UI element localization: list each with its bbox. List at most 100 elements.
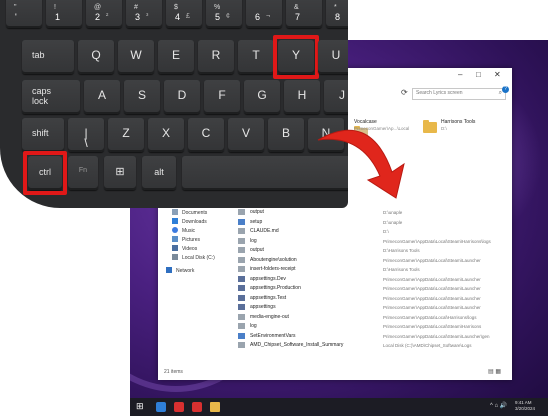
file-name: output [250, 247, 264, 253]
clock-date: 3/20/2024 [515, 406, 536, 411]
key-shift-symbol: & [294, 4, 299, 11]
nav-item-downloads[interactable]: Downloads [172, 218, 207, 227]
file-path: D:\Harrisons Tools [383, 267, 420, 272]
key-4: $4 £ [166, 0, 202, 28]
system-tray[interactable]: ^ ⌂ 🔊 [490, 402, 507, 409]
nav-item-pictures[interactable]: Pictures [172, 236, 200, 245]
file-row[interactable]: AMD_Chipset_Software_Install_Summary Loca… [238, 341, 508, 350]
fn-icon: Fn [78, 167, 88, 174]
file-row[interactable]: setup D:\unaple [238, 218, 508, 227]
nav-item-videos[interactable]: Videos [172, 245, 197, 254]
file-icon [238, 323, 245, 329]
file-name: appsettings [250, 304, 276, 310]
file-icon [238, 247, 245, 253]
file-row[interactable]: log PrimeconGamer\AppData\Local\Steam\Har… [238, 237, 508, 246]
file-path: D:\unaple [383, 219, 403, 225]
file-row[interactable]: media-engine-out PrimeconGamer\AppData\Lo… [238, 313, 508, 322]
file-icon [238, 237, 245, 244]
key-c: C [188, 118, 224, 152]
help-icon[interactable]: ? [502, 86, 509, 93]
folder-taskbar-icon[interactable] [210, 402, 220, 412]
file-icon [238, 313, 245, 320]
highlight-box [23, 151, 67, 195]
file-name: appsettings.Production [250, 285, 301, 291]
setup-icon [238, 218, 245, 225]
settings-icon [238, 304, 245, 310]
key-5: % 5 ¢ [206, 0, 242, 28]
view-mode-icons[interactable]: ▤ ▦ [488, 368, 501, 375]
key-1: ! 1 [46, 0, 82, 28]
nav-item-label: Music [182, 228, 196, 234]
key-digit: 7 [295, 12, 301, 22]
nav-item-documents[interactable]: Documents [172, 209, 207, 218]
key-w: W [118, 40, 154, 74]
settings-icon [238, 275, 245, 282]
nav-item-label: Network [176, 268, 195, 274]
file-row[interactable]: CLAUDE.md D:\ [238, 227, 508, 236]
key-d: D [164, 80, 200, 114]
edge-icon[interactable] [156, 402, 166, 412]
file-row[interactable]: appsettings PrimeconGamer\AppData\Local\S… [238, 303, 508, 312]
start-icon[interactable]: ⊞ [136, 401, 146, 411]
file-path: PrimeconGamer\AppData\Local\Steam\Launch… [383, 257, 481, 263]
key-shift-symbol: " [14, 4, 17, 11]
settings-icon [238, 285, 245, 291]
file-row[interactable]: appsettings.Dev PrimeconGamer\AppData\Loc… [238, 275, 508, 284]
close-button[interactable]: ✕ [494, 71, 501, 79]
file-name: appsettings.Dev [250, 275, 286, 282]
key-a: A [84, 80, 120, 114]
file-name: log [250, 323, 257, 329]
app-icon-red[interactable] [192, 402, 202, 412]
key-shift-symbol: ! [54, 4, 56, 11]
file-row[interactable]: appsettings.Test PrimeconGamer\AppData\Lo… [238, 294, 508, 303]
file-row[interactable]: insert-folders-receipt D:\Harrisons Tools [238, 265, 508, 274]
key-tab: tab [22, 40, 74, 74]
key-r: R [198, 40, 234, 74]
file-row[interactable]: SetEnvironmentVars PrimeconGamer\AppData\… [238, 332, 508, 341]
key-caps-lock: caps lock [22, 80, 80, 114]
key-b: B [268, 118, 304, 152]
nav-item-music[interactable]: Music [172, 227, 195, 236]
file-list: output D:\unaple setup D:\unaple CLAUDE.md D:… [238, 208, 508, 368]
key-label: J [339, 88, 345, 102]
key-alt-symbol: £ [186, 13, 190, 20]
file-name: insert-folders-receipt [250, 266, 296, 272]
key-shift-symbol: @ [94, 4, 102, 11]
key-label: T [252, 48, 260, 62]
file-name: appsettings.Test [250, 294, 287, 301]
maximize-button[interactable]: □ [476, 71, 481, 79]
key-q: Q [78, 40, 114, 74]
key-3: #3 ³ [126, 0, 162, 28]
key-t: T [238, 40, 274, 74]
key-2: @2 ² [86, 0, 122, 28]
nav-item-local-disk[interactable]: Local Disk (C:) [172, 254, 215, 263]
quick-access-subtitle: D:\ [441, 126, 447, 131]
key-shift-symbol: * [334, 4, 337, 11]
key-': " ' [6, 0, 42, 28]
file-row[interactable]: output D:\Harrisons Tools [238, 246, 508, 255]
key-shift-symbol: # [134, 4, 138, 11]
file-name: Aboutengine\solution [250, 256, 297, 263]
app-icon-red[interactable] [174, 402, 184, 412]
key-digit: 3 [135, 12, 141, 22]
file-path: D:\ [383, 229, 389, 234]
key-8: * 8 [326, 0, 348, 28]
file-path: PrimeconGamer\AppData\Local\Steam\Launch… [383, 276, 481, 282]
key-label: W [130, 48, 142, 62]
key-shift-symbol: % [214, 4, 221, 11]
minimize-button[interactable]: – [458, 71, 462, 79]
file-icon [238, 228, 245, 234]
file-row[interactable]: appsettings.Production PrimeconGamer\AppD… [238, 284, 508, 293]
nav-item-network[interactable]: Network [166, 267, 194, 276]
key-digit: 5 [215, 12, 221, 22]
search-input[interactable]: Search Lyrics screen ⌕ [412, 88, 506, 100]
file-row[interactable]: Aboutengine\solution PrimeconGamer\AppDat… [238, 256, 508, 265]
key-label: Q [91, 48, 101, 62]
key-label: C [201, 126, 211, 140]
key-label: alt [154, 167, 164, 177]
refresh-icon[interactable]: ⟳ [401, 88, 408, 97]
file-row[interactable]: log PrimeconGamer\AppData\Local\Steam\Har… [238, 322, 508, 331]
file-path: PrimeconGamer\AppData\Local\Steam\Launch… [383, 333, 490, 339]
taskbar: ⊞ ^ ⌂ 🔊 9:41 AM 3/20/2024 [130, 398, 548, 416]
clock[interactable]: 9:41 AM 3/20/2024 [515, 400, 535, 412]
